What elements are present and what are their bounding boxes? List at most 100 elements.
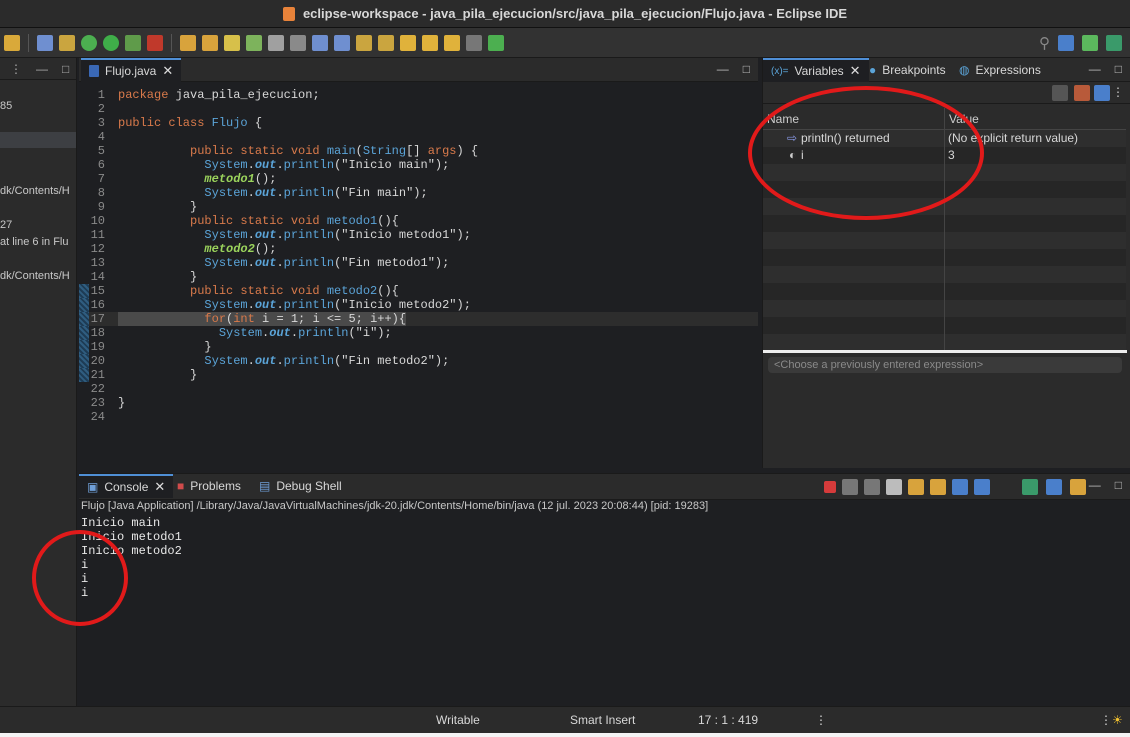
variable-row[interactable]: [763, 317, 1126, 334]
column-header-name[interactable]: Name: [763, 108, 945, 129]
code-line[interactable]: 1 package java_pila_ejecucion;: [79, 88, 758, 102]
variable-row[interactable]: [763, 215, 1126, 232]
code-line[interactable]: 6 System.out.println("Inicio main");: [79, 158, 758, 172]
code-line[interactable]: 15 public static void metodo2(){: [79, 284, 758, 298]
clear-console-icon[interactable]: [886, 479, 902, 495]
variable-row[interactable]: ◐ i 3: [763, 147, 1126, 164]
last-edit-location-icon[interactable]: [400, 34, 416, 51]
java-perspective-icon[interactable]: [1106, 35, 1122, 51]
code-line[interactable]: 20 System.out.println("Fin metodo2");: [79, 354, 758, 368]
status-insert-mode[interactable]: Smart Insert: [570, 713, 635, 727]
show-logical-structure-icon[interactable]: [1074, 85, 1090, 101]
code-line[interactable]: 10 public static void metodo1(){: [79, 214, 758, 228]
minimize-icon[interactable]: —: [717, 62, 729, 76]
code-line[interactable]: 7 metodo1();: [79, 172, 758, 186]
toggle-mark-occurrences-icon[interactable]: [290, 34, 306, 51]
debug-perspective-icon[interactable]: [1082, 35, 1098, 51]
step-icon[interactable]: [59, 34, 75, 51]
variable-row[interactable]: [763, 198, 1126, 215]
variable-row[interactable]: [763, 266, 1126, 283]
show-type-names-icon[interactable]: [1052, 85, 1068, 101]
status-menu-icon[interactable]: ⋮: [1100, 713, 1112, 727]
code-line[interactable]: 17 for(int i = 1; i <= 5; i++){: [79, 312, 758, 326]
status-menu-icon[interactable]: ⋮: [815, 713, 827, 727]
tab-variables[interactable]: (x)= Variables ✕: [763, 58, 869, 82]
coverage-icon[interactable]: [125, 34, 141, 51]
scroll-lock-icon[interactable]: [908, 479, 924, 495]
code-line[interactable]: 11 System.out.println("Inicio metodo1");: [79, 228, 758, 242]
variable-row[interactable]: [763, 334, 1126, 351]
back-icon[interactable]: [4, 34, 20, 51]
word-wrap-icon[interactable]: [930, 479, 946, 495]
code-line[interactable]: 21 }: [79, 368, 758, 382]
show-on-error-icon[interactable]: [974, 479, 990, 495]
new-java-project-icon[interactable]: [180, 34, 196, 51]
open-perspective-icon[interactable]: [1058, 35, 1074, 51]
pin-editor-icon[interactable]: [488, 34, 504, 51]
tab-breakpoints[interactable]: ● Breakpoints: [861, 58, 954, 82]
minimize-icon[interactable]: —: [1089, 478, 1101, 492]
maximize-icon[interactable]: □: [62, 62, 69, 76]
code-line[interactable]: 22: [79, 382, 758, 396]
show-on-output-icon[interactable]: [952, 479, 968, 495]
new-package-icon[interactable]: [202, 34, 218, 51]
code-line[interactable]: 16 System.out.println("Inicio metodo2");: [79, 298, 758, 312]
debug-tree-item[interactable]: 85: [0, 100, 12, 112]
code-area[interactable]: 1 package java_pila_ejecucion; 2 3 public cl…: [79, 82, 758, 468]
pin-console-icon[interactable]: [1022, 479, 1038, 495]
code-line[interactable]: 2: [79, 102, 758, 116]
tab-flujo-java[interactable]: Flujo.java ✕: [81, 58, 182, 82]
column-header-value[interactable]: Value: [945, 108, 979, 129]
open-console-icon[interactable]: [1070, 479, 1086, 495]
details-pane-divider[interactable]: [763, 350, 1127, 353]
debug-tree-item[interactable]: 27: [0, 219, 12, 231]
view-menu-icon[interactable]: ⋮: [10, 62, 22, 76]
code-line[interactable]: 24: [79, 410, 758, 424]
debug-icon[interactable]: [81, 34, 97, 51]
tab-expressions[interactable]: ◍ Expressions: [951, 58, 1049, 82]
variable-row[interactable]: ⇨ println() returned (No explicit return v…: [763, 130, 1126, 147]
maximize-icon[interactable]: □: [1115, 62, 1122, 76]
code-line[interactable]: 4: [79, 130, 758, 144]
minimize-icon[interactable]: —: [1089, 62, 1101, 76]
run-icon[interactable]: [103, 34, 119, 51]
remove-all-launches-icon[interactable]: [864, 479, 880, 495]
search-icon[interactable]: ⚲: [1039, 34, 1050, 52]
new-class-icon[interactable]: [224, 34, 240, 51]
next-annotation-icon[interactable]: [356, 34, 372, 51]
search-tool-icon[interactable]: [268, 34, 284, 51]
code-line[interactable]: 19 }: [79, 340, 758, 354]
code-line[interactable]: 3 public class Flujo {: [79, 116, 758, 130]
tab-debug-shell[interactable]: ▤ Debug Shell: [251, 474, 350, 498]
skip-breakpoints-icon[interactable]: [37, 34, 53, 51]
variable-row[interactable]: [763, 232, 1126, 249]
open-type-icon[interactable]: [246, 34, 262, 51]
variable-row[interactable]: [763, 164, 1126, 181]
code-line[interactable]: 18 System.out.println("i");: [79, 326, 758, 340]
code-line[interactable]: 12 metodo2();: [79, 242, 758, 256]
terminate-icon[interactable]: [824, 481, 836, 493]
tab-console[interactable]: ▣ Console ✕: [79, 474, 174, 498]
code-line[interactable]: 14 }: [79, 270, 758, 284]
variable-row[interactable]: [763, 300, 1126, 317]
tab-problems[interactable]: ■ Problems: [169, 474, 249, 498]
code-line[interactable]: 23}: [79, 396, 758, 410]
debug-tree-item[interactable]: dk/Contents/H: [0, 185, 70, 197]
variable-row[interactable]: [763, 283, 1126, 300]
external-tools-icon[interactable]: [147, 34, 163, 51]
view-menu-icon[interactable]: ⋮: [1112, 85, 1124, 99]
forward-arrow-icon[interactable]: [444, 34, 460, 51]
debug-tree-item[interactable]: dk/Contents/H: [0, 270, 70, 282]
code-line[interactable]: 13 System.out.println("Fin metodo1");: [79, 256, 758, 270]
maximize-icon[interactable]: □: [743, 62, 750, 76]
expression-combo[interactable]: <Choose a previously entered expression>: [768, 357, 1122, 373]
forward-disabled-icon[interactable]: [466, 34, 482, 51]
code-line[interactable]: 8 System.out.println("Fin main");: [79, 186, 758, 200]
close-icon[interactable]: ✕: [850, 63, 861, 79]
debug-tree-item[interactable]: at line 6 in Flu: [0, 236, 68, 248]
display-console-icon[interactable]: [1046, 479, 1062, 495]
back-arrow-icon[interactable]: [422, 34, 438, 51]
close-icon[interactable]: ✕: [154, 479, 165, 495]
tip-lightbulb-icon[interactable]: ☀: [1112, 713, 1123, 727]
variable-row[interactable]: [763, 181, 1126, 198]
